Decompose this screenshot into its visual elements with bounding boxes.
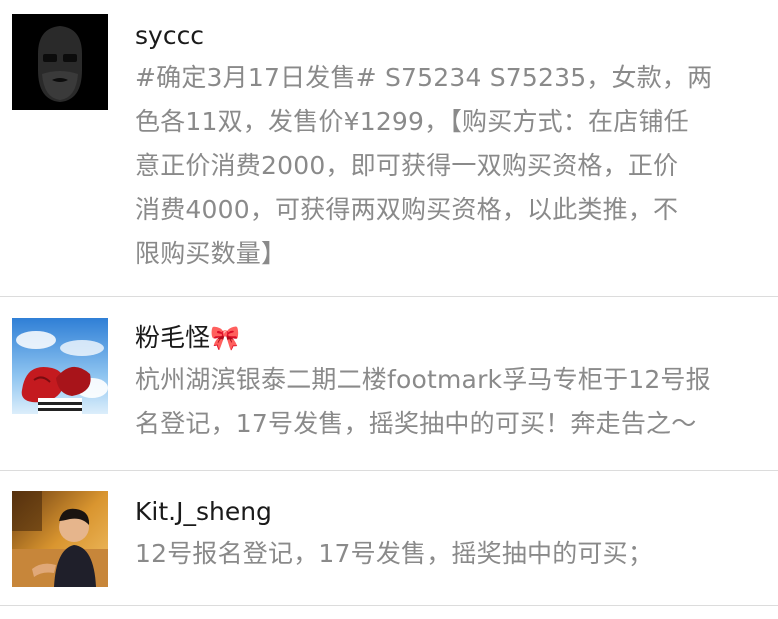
comment-text-line: 消费4000，可获得两双购买资格，以此类推，不 [135,195,679,224]
comment-text: 12号报名登记，17号发售，摇奖抽中的可买； [135,532,754,576]
red-bow-sky-avatar-icon [12,318,108,414]
ribbon-bow-icon: 🎀 [210,324,240,352]
comment-text: 杭州湖滨银泰二期二楼footmark孚马专柜于12号报 名登记，17号发售，摇奖… [135,358,754,446]
comment-item: syccc #确定3月17日发售# S75234 S75235，女款，两 色各1… [0,0,778,297]
comment-text: #确定3月17日发售# S75234 S75235，女款，两 色各11双，发售价… [135,56,754,276]
avatar[interactable] [12,14,108,110]
bearded-man-avatar-icon [12,14,108,110]
comment-text-line: 杭州湖滨银泰二期二楼footmark孚马专柜于12号报 [135,365,711,394]
comment-text-line: 意正价消费2000，即可获得一双购买资格，正价 [135,151,679,180]
comment-text-line: 名登记，17号发售，摇奖抽中的可买！奔走告之～ [135,409,697,438]
comment-feed: syccc #确定3月17日发售# S75234 S75235，女款，两 色各1… [0,0,778,606]
child-photo-avatar-icon [12,491,108,587]
username[interactable]: 粉毛怪🎀 [135,320,754,356]
comment-text-line: 12号报名登记，17号发售，摇奖抽中的可买； [135,539,654,568]
avatar[interactable] [12,318,108,414]
comment-text-line: 限购买数量】 [135,239,287,268]
avatar[interactable] [12,491,108,587]
comment-item: Kit.J_sheng 12号报名登记，17号发售，摇奖抽中的可买； [0,471,778,606]
comment-text-line: 色各11双，发售价¥1299，【购买方式：在店铺任 [135,107,689,136]
comment-text-line: #确定3月17日发售# S75234 S75235，女款，两 [135,63,713,92]
username[interactable]: Kit.J_sheng [135,494,754,530]
comment-item: 粉毛怪🎀 杭州湖滨银泰二期二楼footmark孚马专柜于12号报 名登记，17号… [0,297,778,471]
username-text: 粉毛怪 [135,323,211,352]
username[interactable]: syccc [135,18,754,54]
